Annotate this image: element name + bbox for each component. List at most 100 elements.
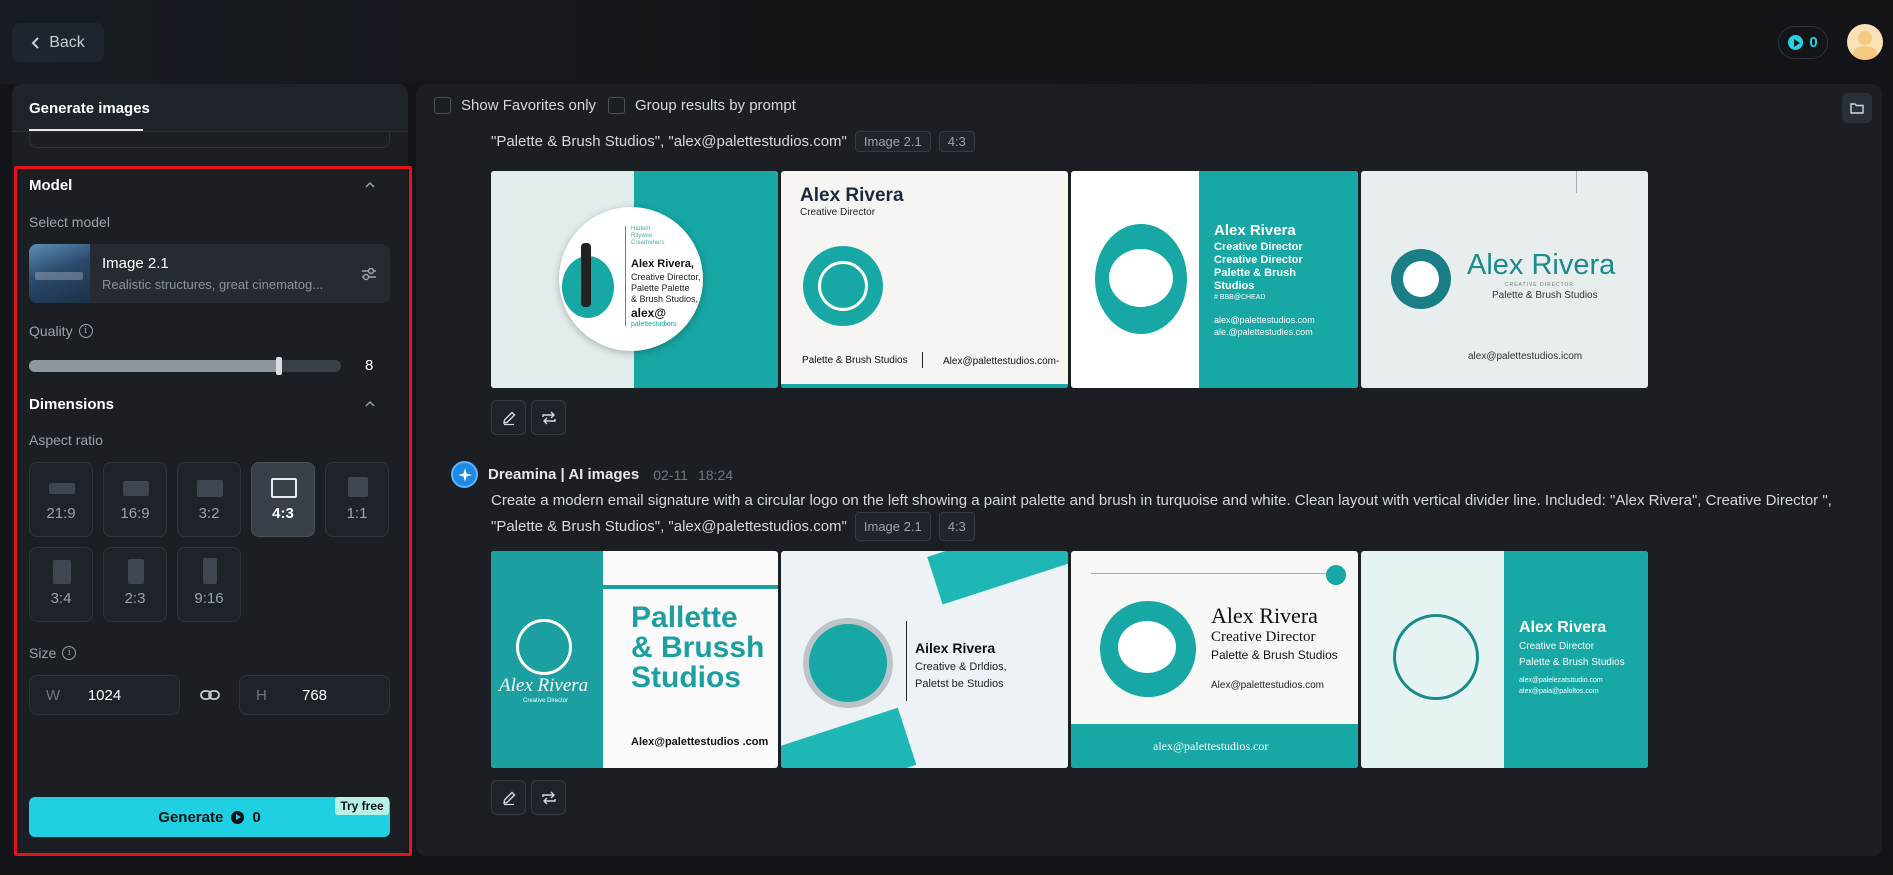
regenerate-button[interactable] <box>531 780 566 815</box>
image-row: Hadem. Ritywee Crearheners. Alex Rivera,… <box>491 171 1648 388</box>
image-text: Alex@palettestudios.com <box>1211 680 1324 691</box>
image-text: alex@pala@paloltos.com <box>1519 688 1599 695</box>
divider <box>906 621 907 701</box>
divider <box>1091 573 1331 574</box>
dreamina-logo-icon <box>451 461 478 488</box>
image-text: Creative & Drldios, <box>915 661 1007 673</box>
image-text: Alex Rivera <box>499 675 589 696</box>
palette-icon <box>1403 261 1439 297</box>
image-text: alex@palettestudios.cor <box>1153 739 1269 753</box>
ratio-tag[interactable]: 4:3 <box>938 512 975 541</box>
credits-count: 0 <box>1809 34 1818 51</box>
generated-image[interactable]: Alex Rivera Creative Director Pallette &… <box>491 551 778 768</box>
image-text: # BBB@CHEAD <box>1214 294 1266 301</box>
back-label: Back <box>49 33 85 51</box>
image-row: Alex Rivera Creative Director Pallette &… <box>491 551 1648 768</box>
author-name: Dreamina | AI images <box>488 466 640 483</box>
generated-image[interactable]: Alex Rivera Creative Director Palette & … <box>781 171 1068 388</box>
avatar[interactable] <box>1847 24 1883 60</box>
image-text: Studios <box>631 661 741 694</box>
image-text: Palette & Brush Studios <box>1492 290 1598 301</box>
repeat-icon <box>541 791 556 804</box>
edit-button[interactable] <box>491 400 526 435</box>
image-text: palettestudiors <box>631 321 677 328</box>
divider <box>922 352 923 368</box>
palette-logo <box>809 624 887 702</box>
footer-bar <box>781 384 1068 388</box>
show-favorites-label: Show Favorites only <box>461 97 597 114</box>
image-text: Palette Palette <box>631 283 690 293</box>
avatar-body <box>1852 46 1878 60</box>
panel-tabbar: Generate images <box>12 84 408 132</box>
image-text: Creative Director <box>800 207 876 218</box>
image-text: alex@palettestudios.icom <box>1468 351 1583 362</box>
message-date: 02-11 <box>653 466 688 483</box>
avatar-head <box>1858 31 1872 45</box>
ratio-tag[interactable]: 4:3 <box>938 131 975 152</box>
divider <box>1576 171 1577 193</box>
show-favorites-toggle[interactable]: Show Favorites only <box>434 97 596 114</box>
image-text: Alex Rivera <box>1211 603 1318 628</box>
image-text: Alex@palettestudios .com <box>631 736 769 748</box>
message-header: Dreamina | AI images 02-11 18:24 <box>451 461 733 488</box>
tab-underline <box>29 129 143 131</box>
image-text: Palette & Brush Studios <box>1519 657 1625 668</box>
image-text: Paletst be Studios <box>915 678 1004 690</box>
image-text: Creative Director <box>1519 641 1595 652</box>
prompt-tail: "Palette & Brush Studios", "alex@palette… <box>491 133 847 150</box>
folder-button[interactable] <box>1842 93 1872 123</box>
back-button[interactable]: Back <box>12 23 104 62</box>
palette-icon <box>1393 614 1479 700</box>
generated-image[interactable]: Hadem. Ritywee Crearheners. Alex Rivera,… <box>491 171 778 388</box>
chevron-left-icon <box>31 36 39 49</box>
regenerate-button[interactable] <box>531 400 566 435</box>
prompt-text: Create a modern email signature with a c… <box>491 489 1871 541</box>
model-tag[interactable]: Image 2.1 <box>854 512 931 541</box>
image-text: Ailex Rivera <box>915 640 996 656</box>
image-text: Creative Director <box>523 698 569 704</box>
accent-bar <box>603 585 778 589</box>
divider <box>625 226 626 326</box>
pencil-icon <box>502 791 515 805</box>
generated-image[interactable]: Alex Rivera CREATIVE DIRECTOR Palette & … <box>1361 171 1648 388</box>
accent-shape <box>927 551 1068 605</box>
model-tag[interactable]: Image 2.1 <box>854 131 931 152</box>
image-text: Alex Rivera <box>800 185 904 206</box>
prompt-line-2: "Palette & Brush Studios", "alex@palette… <box>491 512 1871 541</box>
edit-button[interactable] <box>491 780 526 815</box>
image-text: Palette & Brush Studios <box>1211 648 1338 662</box>
prompt-box-edge <box>29 132 390 148</box>
credits-badge[interactable]: 0 <box>1778 26 1828 59</box>
image-text: & Brush Studios, <box>631 294 699 304</box>
checkbox[interactable] <box>608 97 625 114</box>
image-text: alex@palettestudios.com <box>1214 315 1315 325</box>
image-text: Alex Rivera, <box>631 258 694 270</box>
group-results-label: Group results by prompt <box>635 97 796 114</box>
brush-icon <box>581 243 591 307</box>
image-text: Alex Rivera <box>1519 619 1607 636</box>
image-text: ale.@palettestudies.com <box>1214 327 1313 337</box>
image-text: Creative Director, <box>631 272 701 282</box>
accent-shape <box>781 707 917 768</box>
image-text: Alex Rivera <box>1467 249 1616 281</box>
image-text: Creative Director <box>1211 629 1316 645</box>
palette-icon <box>516 619 572 675</box>
generated-image[interactable]: Alex Rivera Creative Director Palette & … <box>1361 551 1648 768</box>
corner-logo-icon <box>1326 565 1346 585</box>
palette-icon <box>1109 249 1173 307</box>
folder-icon <box>1850 103 1864 114</box>
group-results-toggle[interactable]: Group results by prompt <box>608 97 796 114</box>
image-text: alex@ <box>631 306 667 320</box>
palette-icon <box>1118 621 1176 673</box>
prompt-text: "Palette & Brush Studios", "alex@palette… <box>491 131 975 152</box>
generated-image[interactable]: Alex Rivera Creative Director Creative D… <box>1071 171 1358 388</box>
image-text: Creative Director <box>1214 241 1303 253</box>
palette-icon <box>818 261 868 311</box>
generated-image[interactable]: Ailex Rivera Creative & Drldios, Paletst… <box>781 551 1068 768</box>
image-text: Studios <box>1214 280 1255 292</box>
tab-generate-images[interactable]: Generate images <box>29 100 150 117</box>
checkbox[interactable] <box>434 97 451 114</box>
results-panel: Show Favorites only Group results by pro… <box>416 84 1882 856</box>
image-text: CREATIVE DIRECTOR <box>1505 282 1575 288</box>
generated-image[interactable]: Alex Rivera Creative Director Palette & … <box>1071 551 1358 768</box>
